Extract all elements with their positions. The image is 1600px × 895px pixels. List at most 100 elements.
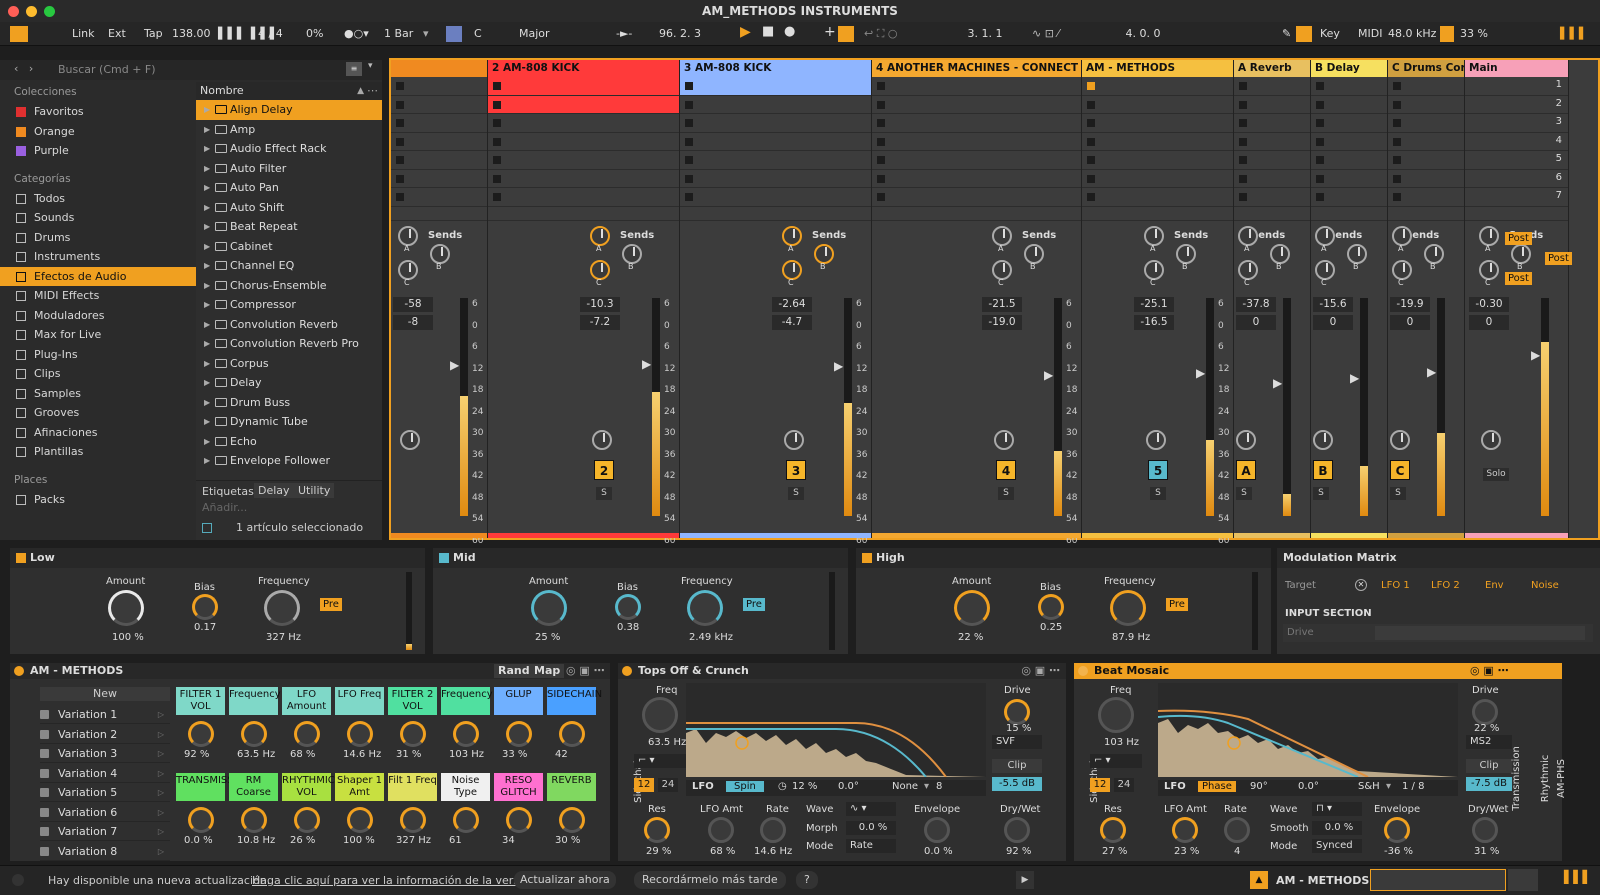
- crunch-spin-button[interactable]: Spin: [726, 781, 764, 792]
- pan-field[interactable]: 0: [1313, 315, 1353, 330]
- ext-button[interactable]: Ext: [104, 25, 130, 43]
- macro-knob[interactable]: [559, 721, 585, 747]
- groove-amount-field[interactable]: 0%: [302, 25, 327, 43]
- send-c-knob[interactable]: [1479, 260, 1499, 280]
- mosaic-slope-12[interactable]: 12: [1090, 778, 1110, 792]
- variation-item[interactable]: Variation 4 ▷: [40, 764, 170, 783]
- expand-arrow-icon[interactable]: ▶: [204, 393, 210, 413]
- macro-knob[interactable]: [506, 807, 532, 833]
- expand-arrow-icon[interactable]: ▶: [204, 432, 210, 452]
- root-key-select[interactable]: C: [470, 25, 510, 43]
- clip-slot[interactable]: [1311, 151, 1387, 170]
- sort-arrow-icon[interactable]: ▲: [357, 82, 364, 100]
- browser-item[interactable]: ▶ Cabinet: [196, 237, 382, 257]
- scale-mode-icon[interactable]: [446, 26, 462, 42]
- variation-play-icon[interactable]: ▷: [158, 744, 164, 763]
- collection-purple[interactable]: Purple: [0, 141, 196, 161]
- mosaic-freq-knob[interactable]: [1098, 697, 1134, 733]
- macro-knob[interactable]: [400, 807, 426, 833]
- send-c-knob[interactable]: [1144, 260, 1164, 280]
- clip-stop-icon[interactable]: [1239, 119, 1247, 127]
- clip-slot[interactable]: [1388, 133, 1464, 151]
- category-sounds[interactable]: Sounds: [0, 208, 196, 228]
- clip-stop-icon[interactable]: [685, 82, 693, 90]
- variation-lock-icon[interactable]: [40, 749, 49, 758]
- band-on-icon[interactable]: [439, 553, 449, 563]
- fader-handle-icon[interactable]: ▶: [834, 359, 843, 373]
- tap-button[interactable]: Tap: [140, 25, 167, 43]
- clip-slot[interactable]: 1: [1465, 77, 1568, 96]
- macro-label[interactable]: GLUP: [494, 687, 543, 715]
- tempo-field[interactable]: 138.00: [168, 25, 215, 43]
- clip-slot[interactable]: [1388, 188, 1464, 207]
- variation-item[interactable]: Variation 5 ▷: [40, 783, 170, 802]
- track-header[interactable]: Main: [1465, 60, 1568, 77]
- mosaic-clip-field[interactable]: -7.5 dB: [1466, 777, 1512, 791]
- clip-stop-icon[interactable]: [396, 100, 404, 109]
- track-activator-button[interactable]: 3: [786, 460, 806, 480]
- fader-handle-icon[interactable]: ▶: [1044, 368, 1053, 382]
- crunch-type-select[interactable]: SVF: [992, 735, 1042, 749]
- post-button[interactable]: Post: [1505, 272, 1532, 285]
- macro-label[interactable]: RM Coarse: [229, 773, 278, 801]
- clip-stop-icon[interactable]: [1393, 82, 1401, 90]
- clip-slot[interactable]: [680, 114, 871, 133]
- clip-stop-icon[interactable]: [1239, 193, 1247, 201]
- track-pan-knob[interactable]: [1481, 430, 1501, 450]
- pre-button[interactable]: Pre: [320, 598, 342, 611]
- send-b-knob[interactable]: [1347, 244, 1367, 264]
- mosaic-rate-knob[interactable]: [1224, 817, 1250, 843]
- mosaic-slope-24[interactable]: 24: [1114, 778, 1134, 792]
- clip-stop-icon[interactable]: [1239, 82, 1247, 90]
- send-b-knob[interactable]: [1424, 244, 1444, 264]
- macro-label[interactable]: FILTER 2 VOL: [388, 687, 437, 715]
- clip-slot[interactable]: [680, 188, 871, 207]
- mosaic-filter-display[interactable]: [1158, 683, 1458, 777]
- send-c-knob[interactable]: [398, 260, 418, 280]
- crunch-wave-select[interactable]: ∿ ▾: [846, 802, 896, 816]
- pan-field[interactable]: -7.2: [580, 315, 620, 330]
- clip-slot[interactable]: [1234, 96, 1310, 114]
- variation-item[interactable]: Variation 2 ▷: [40, 725, 170, 744]
- track-header[interactable]: A Reverb: [1234, 60, 1310, 77]
- map-button[interactable]: Map: [530, 664, 565, 678]
- category-efectos-de-audio[interactable]: Efectos de Audio: [0, 266, 196, 286]
- category-plug-ins[interactable]: Plug-Ins: [0, 345, 196, 365]
- clip-slot[interactable]: [1311, 96, 1387, 114]
- clip-stop-icon[interactable]: [1087, 156, 1095, 164]
- expand-arrow-icon[interactable]: ▶: [204, 451, 210, 471]
- loop-length-field[interactable]: 4. 0. 0: [1108, 25, 1178, 43]
- browser-item[interactable]: ▶ Dynamic Tube: [196, 412, 382, 432]
- category-clips[interactable]: Clips: [0, 364, 196, 384]
- clip-stop-icon[interactable]: [1316, 193, 1324, 201]
- solo-button[interactable]: S: [998, 487, 1014, 500]
- clip-stop-icon[interactable]: [1087, 119, 1095, 127]
- mosaic-sh-chevron-icon[interactable]: ▾: [1386, 781, 1391, 792]
- send-a-knob[interactable]: [1144, 226, 1164, 246]
- pre-button[interactable]: Pre: [1166, 598, 1188, 611]
- track-header[interactable]: [391, 60, 487, 77]
- browser-item[interactable]: ▶ Auto Filter: [196, 159, 382, 179]
- track-activator-button[interactable]: A: [1236, 460, 1256, 480]
- minimize-window-button[interactable]: [26, 6, 37, 17]
- crunch-filter-display[interactable]: [686, 683, 986, 777]
- clip-slot[interactable]: [680, 170, 871, 188]
- clip-slot[interactable]: [1082, 133, 1233, 151]
- volume-field[interactable]: -15.6: [1313, 297, 1353, 312]
- macro-label[interactable]: Frequency: [229, 687, 281, 715]
- clip-slot[interactable]: [1082, 151, 1233, 170]
- track-activator-button[interactable]: 2: [594, 460, 614, 480]
- clip-stop-icon[interactable]: [396, 119, 404, 127]
- modmatrix-col-lfo1[interactable]: LFO 1: [1381, 580, 1410, 591]
- clip-slot[interactable]: [1311, 114, 1387, 133]
- expand-arrow-icon[interactable]: ▶: [204, 178, 210, 198]
- clip-slot[interactable]: [391, 133, 487, 151]
- mosaic-mode-select[interactable]: Synced: [1312, 839, 1362, 853]
- track-pan-knob[interactable]: [400, 430, 420, 450]
- play-preview-icon[interactable]: ▶: [1016, 871, 1034, 889]
- quantization-chevron-icon[interactable]: ▾: [419, 25, 433, 43]
- clip-slot[interactable]: [680, 96, 871, 114]
- clip-stop-icon[interactable]: [396, 156, 404, 164]
- clip-slot[interactable]: 4: [1465, 133, 1568, 151]
- device-overview-extra[interactable]: [1508, 869, 1538, 891]
